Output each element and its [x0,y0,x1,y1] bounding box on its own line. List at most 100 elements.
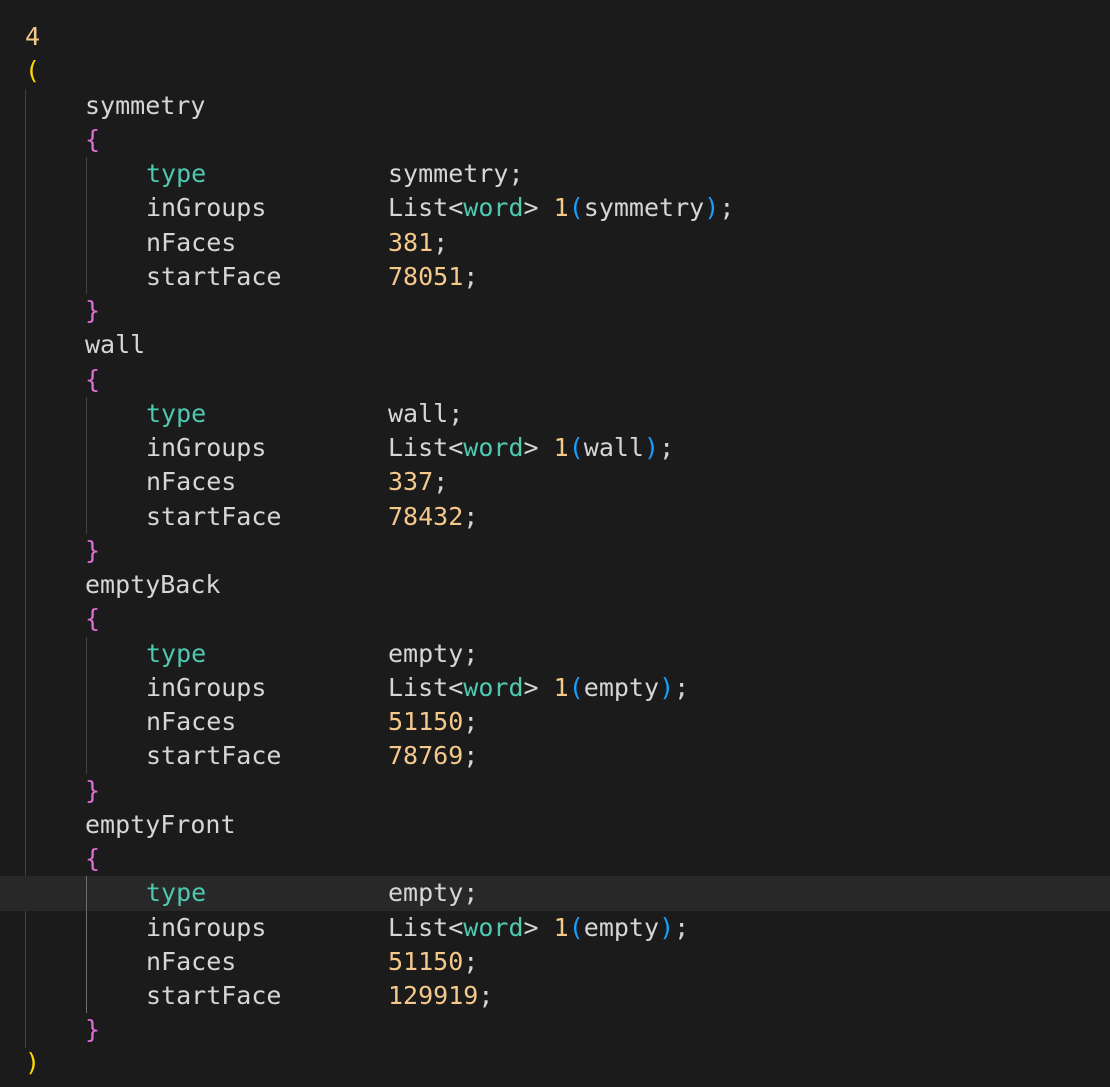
patch-type-line[interactable]: type symmetry; [0,157,1110,191]
key-type: type [146,398,207,428]
patch-close-brace: } [85,535,101,565]
patch-startface-line[interactable]: startFace 78769; [0,739,1110,773]
semicolon: ; [659,433,675,462]
patch-close-brace: } [85,1015,101,1045]
indent-guide [86,876,87,1014]
patch-type-line[interactable]: type empty; [0,637,1110,671]
patch-open-brace-line[interactable]: { [0,602,1110,636]
value-nfaces: 381 [388,227,434,257]
key-startface: startFace [146,501,282,531]
semicolon: ; [478,981,494,1010]
group-close-paren: ) [659,912,675,942]
patch-name: emptyFront [85,809,236,839]
patch-ingroups-line[interactable]: inGroups List< word > 1(symmetry); [0,191,1110,225]
patch-ingroups-line[interactable]: inGroups List< word > 1(wall); [0,431,1110,465]
semicolon: ; [433,467,449,497]
list-suffix: > 1 [523,433,569,462]
key-ingroups: inGroups [146,912,267,942]
list-suffix: > 1 [523,193,569,223]
list-suffix: > 1 [523,672,569,702]
list-word: word [463,193,524,223]
patch-type-line[interactable]: type empty; [0,876,1110,911]
key-startface: startFace [146,981,282,1010]
group-open-paren: ( [568,433,584,462]
key-type: type [146,638,207,668]
semicolon: ; [674,672,690,702]
semicolon: ; [463,707,479,736]
patch-nfaces-line[interactable]: nFaces 381; [0,226,1110,260]
semicolon: ; [463,878,479,908]
list-suffix: > 1 [523,912,569,942]
patch-ingroups-line[interactable]: inGroups List< word > 1(empty); [0,671,1110,705]
semicolon: ; [463,261,479,291]
patch-close-brace-line[interactable]: } [0,1013,1110,1047]
key-type: type [146,159,207,188]
list-open-paren: ( [25,56,41,86]
list-word: word [463,672,524,702]
patch-close-brace: } [85,775,101,805]
semicolon: ; [463,946,479,976]
patch-close-brace-line[interactable]: } [0,774,1110,808]
patch-ingroups-line[interactable]: inGroups List< word > 1(empty); [0,911,1110,945]
code-line-open-paren[interactable]: ( [0,54,1110,88]
patch-nfaces-line[interactable]: nFaces 337; [0,465,1110,499]
patch-name: emptyBack [85,570,221,599]
group-close-paren: ) [704,193,720,223]
patch-name-line[interactable]: emptyBack [0,568,1110,602]
semicolon: ; [463,741,479,771]
patch-startface-line[interactable]: startFace 78051; [0,260,1110,294]
semicolon: ; [674,912,690,942]
patch-name-line[interactable]: emptyFront [0,808,1110,842]
patch-close-brace-line[interactable]: } [0,294,1110,328]
value-type: empty [388,878,464,908]
value-startface: 78051 [388,261,464,291]
code-line-count[interactable]: 4 [0,20,1110,54]
key-startface: startFace [146,261,282,291]
list-prefix: List< [388,193,464,223]
value-type: symmetry [388,159,509,188]
semicolon: ; [448,398,464,428]
key-ingroups: inGroups [146,672,267,702]
patch-close-brace: } [85,296,101,325]
patch-name: wall [85,330,146,360]
patch-open-brace-line[interactable]: { [0,363,1110,397]
group-open-paren: ( [568,672,584,702]
value-startface: 78769 [388,741,464,771]
patch-close-brace-line[interactable]: } [0,534,1110,568]
key-nfaces: nFaces [146,227,237,257]
patch-nfaces-line[interactable]: nFaces 51150; [0,705,1110,739]
key-startface: startFace [146,741,282,771]
group-open-paren: ( [568,912,584,942]
list-prefix: List< [388,433,464,462]
group-open-paren: ( [568,193,584,223]
value-type: wall [388,398,449,428]
patch-startface-line[interactable]: startFace 129919; [0,979,1110,1013]
key-nfaces: nFaces [146,946,237,976]
list-word: word [463,912,524,942]
semicolon: ; [433,227,449,257]
patch-open-brace: { [85,844,101,873]
patch-name-line[interactable]: wall [0,328,1110,362]
patch-name-line[interactable]: symmetry [0,89,1110,123]
patch-nfaces-line[interactable]: nFaces 51150; [0,945,1110,979]
value-startface: 78432 [388,501,464,531]
indent-guide [86,636,87,774]
patch-type-line[interactable]: type wall; [0,397,1110,431]
code-line-close-paren[interactable]: ) [0,1046,1110,1080]
patch-open-brace-line[interactable]: { [0,123,1110,157]
patch-name: symmetry [85,90,206,120]
list-close-paren: ) [25,1047,41,1077]
semicolon: ; [508,159,524,188]
indent-guide [86,157,87,294]
group-close-paren: ) [659,672,675,702]
patch-open-brace: { [85,364,101,394]
group-name: wall [583,433,644,462]
key-ingroups: inGroups [146,193,267,223]
list-prefix: List< [388,672,464,702]
key-nfaces: nFaces [146,467,237,497]
semicolon: ; [463,501,479,531]
code-editor[interactable]: 4 ( ) symmetry {type symmetry; inGroups List… [0,0,1110,1087]
semicolon: ; [463,638,479,668]
patch-startface-line[interactable]: startFace 78432; [0,500,1110,534]
patch-open-brace-line[interactable]: { [0,842,1110,876]
